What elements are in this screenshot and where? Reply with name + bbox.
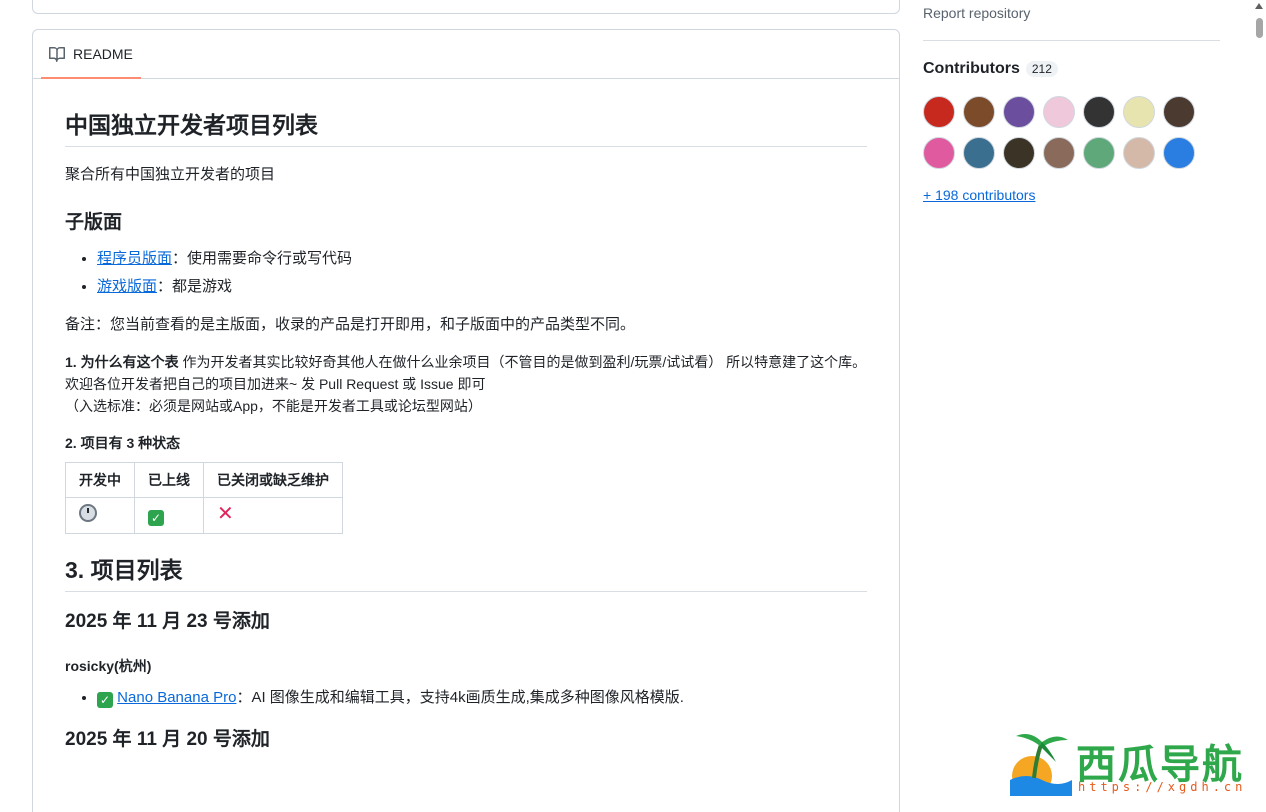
contributors-heading[interactable]: Contributors 212 <box>923 60 1058 78</box>
scrollbar-thumb[interactable] <box>1256 18 1263 38</box>
project-list: ✓ Nano Banana Pro：AI 图像生成和编辑工具，支持4k画质生成,… <box>65 686 867 710</box>
table-row: ✓ ✕ <box>65 497 343 534</box>
why-paragraph: 1. 为什么有这个表 作为开发者其实比较好奇其他人在做什么业余项目（不管目的是做… <box>65 351 867 418</box>
avatar[interactable] <box>963 96 995 128</box>
check-icon: ✓ <box>148 510 164 527</box>
readme-header: README <box>33 30 899 79</box>
readme-panel: README 中国独立开发者项目列表 聚合所有中国独立开发者的项目 子版面 程序… <box>32 29 900 812</box>
table-cell <box>65 497 135 534</box>
sub-section-heading: 子版面 <box>65 211 123 233</box>
states-heading: 2. 项目有 3 种状态 <box>65 434 181 451</box>
sub-section-list: 程序员版面：使用需要命令行或写代码 游戏版面：都是游戏 <box>65 247 867 299</box>
author-paragraph: rosicky(杭州) <box>65 655 867 677</box>
list-item: ✓ Nano Banana Pro：AI 图像生成和编辑工具，支持4k画质生成,… <box>97 686 867 710</box>
readme-subtitle: 聚合所有中国独立开发者的项目 <box>65 165 276 183</box>
more-contributors-link[interactable]: + 198 contributors <box>923 187 1035 203</box>
avatar[interactable] <box>923 137 955 169</box>
avatar[interactable] <box>1083 96 1115 128</box>
readme-content: 中国独立开发者项目列表 聚合所有中国独立开发者的项目 子版面 程序员版面：使用需… <box>33 111 899 751</box>
contributors-count-badge: 212 <box>1025 61 1058 77</box>
table-header-closed: 已关闭或缺乏维护 <box>203 462 343 499</box>
avatar[interactable] <box>1083 137 1115 169</box>
author-name: rosicky(杭州) <box>65 658 152 675</box>
note-paragraph: 备注：您当前查看的是主版面，收录的产品是打开即用，和子版面中的产品类型不同。 <box>65 315 636 333</box>
watermark-url: https://xgdh.cn <box>1078 780 1247 794</box>
previous-panel <box>32 0 900 14</box>
cross-icon: ✕ <box>217 503 234 526</box>
scrollbar[interactable] <box>1252 0 1266 812</box>
states-table: 开发中 已上线 已关闭或缺乏维护 ✓ ✕ <box>65 462 343 534</box>
palm-island-logo-icon <box>1010 734 1072 796</box>
avatar[interactable] <box>1003 137 1035 169</box>
why-text: 作为开发者其实比较好奇其他人在做什么业余项目（不管目的是做到盈利/玩票/试试看）… <box>65 353 867 392</box>
clock-icon <box>79 504 97 523</box>
date-heading: 2025 年 11 月 20 号添加 <box>65 728 270 750</box>
book-icon <box>49 46 65 62</box>
readme-tab[interactable]: README <box>41 30 141 79</box>
avatar[interactable] <box>1163 96 1195 128</box>
nano-banana-pro-link[interactable]: Nano Banana Pro <box>117 689 236 706</box>
list-item-desc: ：都是游戏 <box>157 277 233 295</box>
page: README 中国独立开发者项目列表 聚合所有中国独立开发者的项目 子版面 程序… <box>0 0 1266 812</box>
table-row: 开发中 已上线 已关闭或缺乏维护 <box>65 462 343 499</box>
criteria-text: （入选标准：必须是网站或App，不能是开发者工具或论坛型网站） <box>65 398 482 415</box>
list-item: 程序员版面：使用需要命令行或写代码 <box>97 247 867 271</box>
list-item-desc: ：使用需要命令行或写代码 <box>172 249 353 267</box>
avatar[interactable] <box>1043 96 1075 128</box>
avatar[interactable] <box>923 96 955 128</box>
states-paragraph: 2. 项目有 3 种状态 <box>65 432 867 454</box>
watermark: 西瓜导航 https://xgdh.cn <box>1006 728 1256 800</box>
table-header-dev: 开发中 <box>65 462 135 499</box>
project-desc: ：AI 图像生成和编辑工具，支持4k画质生成,集成多种图像风格模版. <box>236 688 684 706</box>
avatar[interactable] <box>1043 137 1075 169</box>
scroll-up-arrow-icon[interactable] <box>1255 3 1263 9</box>
avatar[interactable] <box>1123 96 1155 128</box>
date-heading: 2025 年 11 月 23 号添加 <box>65 610 270 632</box>
contributors-label: Contributors <box>923 60 1020 77</box>
avatar[interactable] <box>1123 137 1155 169</box>
readme-tab-label: README <box>73 45 133 62</box>
programmer-board-link[interactable]: 程序员版面 <box>97 250 172 267</box>
readme-title: 中国独立开发者项目列表 <box>65 111 867 147</box>
avatar[interactable] <box>1003 96 1035 128</box>
report-repository-link[interactable]: Report repository <box>923 5 1030 21</box>
avatar[interactable] <box>963 137 995 169</box>
table-header-online: 已上线 <box>134 462 204 499</box>
list-item: 游戏版面：都是游戏 <box>97 275 867 299</box>
table-cell: ✕ <box>203 497 343 534</box>
project-list-heading: 3. 项目列表 <box>65 556 867 592</box>
table-cell: ✓ <box>134 497 204 534</box>
divider <box>923 40 1220 41</box>
why-heading: 1. 为什么有这个表 <box>65 353 179 370</box>
avatar[interactable] <box>1163 137 1195 169</box>
game-board-link[interactable]: 游戏版面 <box>97 278 157 295</box>
check-icon: ✓ <box>97 691 113 708</box>
